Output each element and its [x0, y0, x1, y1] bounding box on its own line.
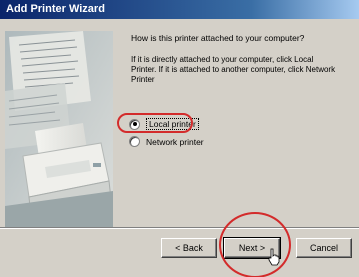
add-printer-wizard-window: Add Printer Wizard How is this printer a…: [0, 0, 359, 277]
window-title: Add Printer Wizard: [6, 3, 105, 15]
printer-image: [5, 31, 113, 231]
local-printer-highlight: [117, 113, 193, 133]
printer-illustration: [5, 31, 113, 231]
wizard-instructions: If it is directly attached to your compu…: [131, 55, 336, 84]
back-button[interactable]: < Back: [161, 238, 217, 258]
next-button-highlight: [219, 212, 291, 277]
network-printer-option[interactable]: Network printer: [129, 136, 204, 147]
title-bar[interactable]: Add Printer Wizard: [0, 0, 359, 19]
network-printer-radio[interactable]: [129, 136, 140, 147]
wizard-content: How is this printer attached to your com…: [0, 19, 359, 231]
hand-cursor-icon: [268, 248, 280, 266]
wizard-question: How is this printer attached to your com…: [131, 33, 305, 43]
network-printer-label[interactable]: Network printer: [146, 137, 204, 147]
cancel-button[interactable]: Cancel: [296, 238, 352, 258]
